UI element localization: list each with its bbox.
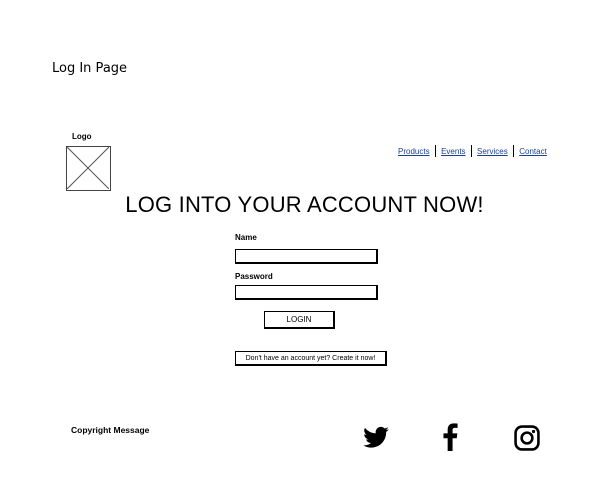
nav-divider bbox=[434, 145, 437, 157]
facebook-icon[interactable] bbox=[436, 423, 464, 451]
logo-label: Logo bbox=[72, 132, 92, 141]
nav-link-events[interactable]: Events bbox=[441, 147, 465, 156]
name-input[interactable] bbox=[235, 249, 378, 264]
nav-link-products[interactable]: Products bbox=[398, 147, 430, 156]
top-nav: Products Events Services Contact bbox=[398, 145, 547, 157]
login-headline: LOG INTO YOUR ACCOUNT NOW! bbox=[125, 192, 484, 217]
password-label: Password bbox=[235, 272, 273, 281]
logo-image-placeholder bbox=[66, 146, 111, 191]
page-title: Log In Page bbox=[52, 61, 128, 76]
nav-link-contact[interactable]: Contact bbox=[519, 147, 547, 156]
login-button[interactable]: LOGIN bbox=[264, 311, 335, 329]
nav-divider bbox=[512, 145, 515, 157]
instagram-icon[interactable] bbox=[513, 424, 541, 452]
twitter-icon[interactable] bbox=[362, 424, 390, 452]
nav-divider bbox=[470, 145, 473, 157]
create-account-button[interactable]: Don't have an account yet? Create it now… bbox=[235, 351, 387, 366]
password-input[interactable] bbox=[235, 285, 378, 300]
name-label: Name bbox=[235, 233, 257, 242]
nav-link-services[interactable]: Services bbox=[477, 147, 508, 156]
image-placeholder-icon bbox=[66, 146, 110, 190]
copyright-message: Copyright Message bbox=[71, 425, 150, 435]
